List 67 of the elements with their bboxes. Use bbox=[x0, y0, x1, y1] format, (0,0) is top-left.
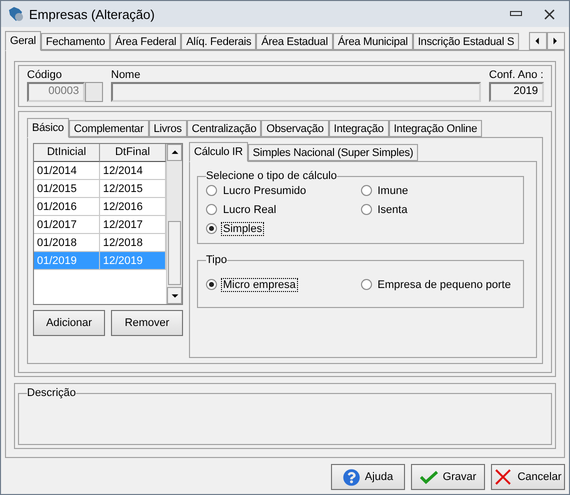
group-title: Tipo bbox=[206, 254, 227, 266]
radio-button[interactable] bbox=[206, 279, 217, 290]
tab[interactable]: Básico bbox=[27, 118, 69, 138]
radio-button[interactable] bbox=[360, 204, 372, 215]
tab[interactable]: Simples Nacional (Super Simples) bbox=[248, 144, 418, 161]
tab[interactable]: Livros bbox=[148, 120, 187, 137]
close-icon[interactable] bbox=[544, 8, 555, 20]
option-label[interactable]: Simples bbox=[222, 222, 264, 234]
tab[interactable]: Centralização bbox=[186, 120, 262, 137]
option-label[interactable]: Lucro Presumido bbox=[222, 184, 308, 196]
radio-button[interactable] bbox=[206, 185, 217, 196]
map-icon bbox=[7, 6, 25, 22]
group-title: Selecione o tipo de cálculo bbox=[206, 170, 337, 182]
table-cell[interactable]: 01/2018 bbox=[34, 234, 100, 252]
group-title: Descrição bbox=[27, 387, 76, 399]
radio-button[interactable] bbox=[206, 204, 217, 215]
name-field[interactable] bbox=[111, 82, 481, 102]
tab[interactable]: Área Municipal bbox=[332, 33, 413, 50]
radio-button[interactable] bbox=[360, 279, 372, 290]
radio-button[interactable] bbox=[360, 185, 372, 196]
close-icon bbox=[494, 468, 512, 486]
tab[interactable]: Alíq. Federais bbox=[181, 33, 256, 50]
column-header[interactable]: DtInicial bbox=[34, 144, 100, 162]
tab[interactable]: Complementar bbox=[68, 120, 149, 137]
tab[interactable]: Integração Online bbox=[388, 120, 482, 137]
scroll-left-button[interactable] bbox=[529, 32, 547, 50]
tab[interactable]: Geral bbox=[5, 31, 41, 51]
table-cell[interactable]: 12/2018 bbox=[100, 234, 166, 252]
checkmark-icon bbox=[420, 470, 438, 484]
option-label[interactable]: Empresa de pequeno porte bbox=[376, 278, 512, 290]
tab[interactable]: Cálculo IR bbox=[189, 142, 248, 162]
tab[interactable]: Inscrição Estadual S bbox=[412, 33, 520, 50]
table-cell[interactable]: 01/2016 bbox=[34, 198, 100, 216]
radio-button[interactable] bbox=[206, 223, 217, 234]
scrollbar[interactable] bbox=[166, 144, 182, 304]
option-label[interactable]: Lucro Real bbox=[222, 204, 278, 216]
table-cell[interactable]: 01/2014 bbox=[34, 162, 100, 180]
tab[interactable]: Área Estadual bbox=[256, 33, 333, 50]
table-cell[interactable]: 01/2015 bbox=[34, 180, 100, 198]
table-cell[interactable]: 12/2014 bbox=[100, 162, 166, 180]
save-button[interactable]: Gravar bbox=[411, 464, 485, 490]
column-header[interactable]: DtFinal bbox=[100, 144, 166, 162]
help-button[interactable]: Ajuda bbox=[331, 464, 405, 490]
help-icon bbox=[342, 468, 360, 486]
option-label[interactable]: Imune bbox=[376, 184, 410, 196]
name-label: Nome bbox=[111, 68, 142, 82]
cancel-button[interactable]: Cancelar bbox=[491, 464, 565, 490]
code-label: Código bbox=[27, 68, 63, 82]
tab[interactable]: Integração bbox=[328, 120, 389, 137]
minimize-icon[interactable] bbox=[510, 11, 522, 17]
table-cell[interactable]: 12/2016 bbox=[100, 198, 166, 216]
grid-button[interactable]: Adicionar bbox=[33, 310, 105, 336]
scroll-right-button[interactable] bbox=[547, 32, 565, 50]
lookup-button[interactable] bbox=[85, 82, 103, 102]
code-field[interactable]: 00003 bbox=[27, 82, 85, 102]
option-label[interactable]: Micro empresa bbox=[222, 278, 297, 290]
grid-button[interactable]: Remover bbox=[111, 310, 183, 336]
tab[interactable]: Fechamento bbox=[40, 33, 110, 50]
tab[interactable]: Área Federal bbox=[110, 33, 182, 50]
tab[interactable]: Observação bbox=[261, 120, 329, 137]
year-field[interactable]: 2019 bbox=[489, 82, 544, 102]
table-cell[interactable]: 01/2017 bbox=[34, 216, 100, 234]
window-title: Empresas (Alteração) bbox=[29, 6, 156, 22]
year-label: Conf. Ano : bbox=[489, 68, 544, 82]
option-label[interactable]: Isenta bbox=[376, 204, 408, 216]
table-cell[interactable]: 12/2015 bbox=[100, 180, 166, 198]
table-cell[interactable]: 12/2017 bbox=[100, 216, 166, 234]
